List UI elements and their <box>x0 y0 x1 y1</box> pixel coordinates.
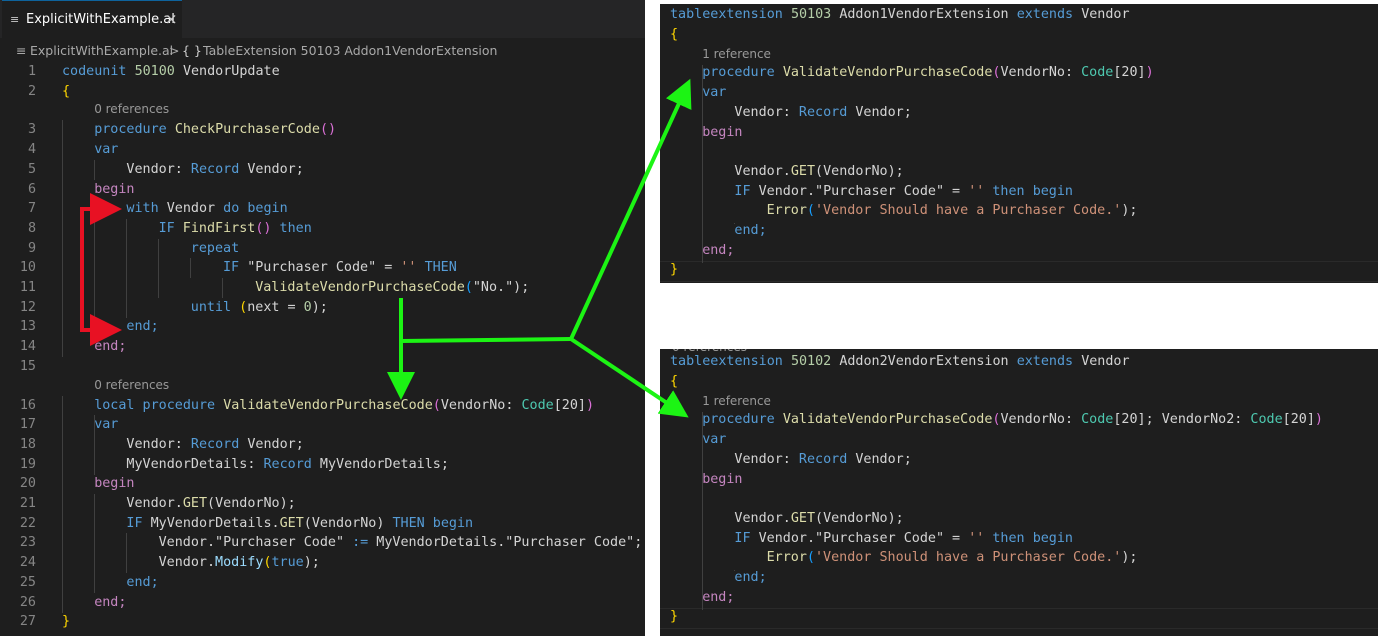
annotation-overlay <box>80 78 692 418</box>
green-arrow-to-addon2 <box>569 337 689 418</box>
red-bracket-arrow <box>80 207 122 346</box>
green-arrow-to-addon1 <box>569 78 692 340</box>
green-connector <box>400 337 572 343</box>
